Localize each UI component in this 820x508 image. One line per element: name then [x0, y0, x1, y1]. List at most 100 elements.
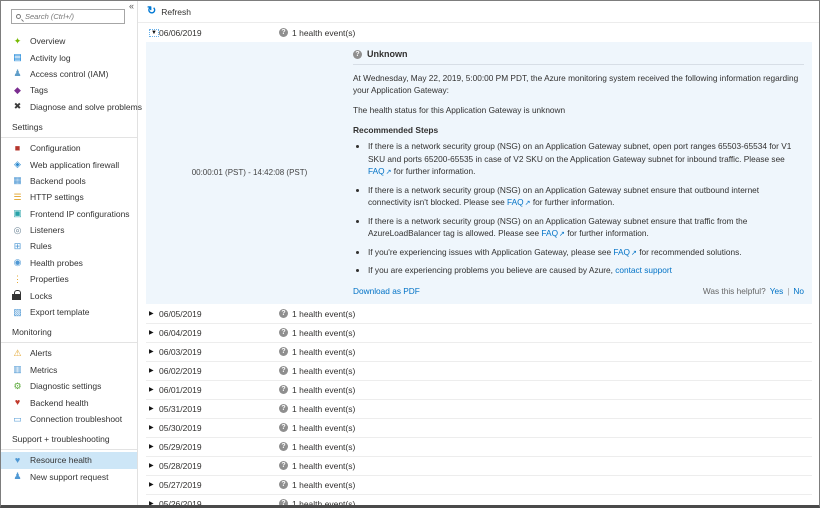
azure-portal-window: « ✦Overview▤Activity log♟Access control … [0, 0, 820, 508]
recommended-step: If there is a network security group (NS… [368, 184, 804, 210]
day-events-label: 1 health event(s) [292, 404, 355, 414]
day-row[interactable]: ▶05/30/2019?1 health event(s) [146, 419, 812, 438]
refresh-button[interactable]: Refresh [161, 7, 191, 17]
waf-icon: ◈ [12, 159, 23, 170]
collapsed-days-list: ▶06/05/2019?1 health event(s)▶06/04/2019… [146, 305, 812, 506]
day-row[interactable]: ▶05/31/2019?1 health event(s) [146, 400, 812, 419]
sidebar-item-access-control-iam[interactable]: ♟Access control (IAM) [1, 66, 137, 82]
feedback-yes-link[interactable]: Yes [770, 286, 784, 296]
unknown-status-icon: ? [279, 423, 288, 432]
expand-caret-icon[interactable]: ▶ [146, 500, 159, 505]
day-row[interactable]: ▶05/26/2019?1 health event(s) [146, 495, 812, 506]
sidebar-item-metrics[interactable]: ▥Metrics [1, 362, 137, 378]
sidebar-item-tags[interactable]: ◆Tags [1, 82, 137, 98]
day-row[interactable]: ▶05/29/2019?1 health event(s) [146, 438, 812, 457]
step-link[interactable]: FAQ [507, 197, 524, 207]
sidebar-section-label: Support + troubleshooting [1, 427, 137, 447]
day-events-label: 1 health event(s) [292, 28, 355, 38]
sidebar-item-overview[interactable]: ✦Overview [1, 33, 137, 49]
sidebar-item-activity-log[interactable]: ▤Activity log [1, 49, 137, 65]
day-status: ?1 health event(s) [279, 423, 355, 433]
connection-troubleshoot-icon: ▭ [12, 414, 23, 425]
expand-caret-icon[interactable]: ▶ [146, 424, 159, 431]
day-row[interactable]: ▶06/01/2019?1 health event(s) [146, 381, 812, 400]
sidebar-search-box[interactable] [11, 9, 125, 24]
day-row[interactable]: ▶05/28/2019?1 health event(s) [146, 457, 812, 476]
search-input[interactable] [25, 12, 120, 21]
sidebar-item-backend-pools[interactable]: ▦Backend pools [1, 173, 137, 189]
event-intro-text: At Wednesday, May 22, 2019, 5:00:00 PM P… [353, 72, 804, 97]
collapse-caret-icon[interactable]: ▼ [146, 30, 159, 36]
expand-caret-icon[interactable]: ▶ [146, 481, 159, 488]
refresh-icon[interactable]: ↻ [147, 6, 156, 17]
day-row[interactable]: ▶06/03/2019?1 health event(s) [146, 343, 812, 362]
divider [1, 342, 137, 343]
expand-caret-icon[interactable]: ▶ [146, 348, 159, 355]
day-status: ?1 health event(s) [279, 499, 355, 506]
unknown-status-icon: ? [279, 480, 288, 489]
expand-caret-icon[interactable]: ▶ [146, 443, 159, 450]
day-events-label: 1 health event(s) [292, 480, 355, 490]
sidebar-item-alerts[interactable]: ⚠Alerts [1, 345, 137, 361]
feedback-no-link[interactable]: No [793, 286, 804, 296]
sidebar-item-http-settings[interactable]: ☰HTTP settings [1, 189, 137, 205]
day-status: ?1 health event(s) [279, 328, 355, 338]
sidebar-item-properties[interactable]: ⋮Properties [1, 271, 137, 287]
sidebar-item-export-template[interactable]: ▧Export template [1, 304, 137, 320]
sidebar-item-web-application-firewall[interactable]: ◈ Web application firewall [1, 156, 137, 172]
day-status: ?1 health event(s) [279, 461, 355, 471]
sidebar-item-label: Web application firewall [30, 160, 119, 170]
sidebar-item-listeners[interactable]: ◎Listeners [1, 222, 137, 238]
sidebar-item-label: Activity log [30, 53, 71, 63]
day-date: 05/29/2019 [159, 442, 279, 452]
recommended-steps-list: If there is a network security group (NS… [368, 140, 804, 276]
recommended-step: If there is a network security group (NS… [368, 140, 804, 178]
sidebar-item-health-probes[interactable]: ◉Health probes [1, 255, 137, 271]
expand-caret-icon[interactable]: ▶ [146, 386, 159, 393]
sidebar-item-resource-health[interactable]: ♥Resource health [1, 452, 137, 468]
day-status: ? 1 health event(s) [279, 28, 355, 38]
divider [1, 137, 137, 138]
day-row[interactable]: ▶06/04/2019?1 health event(s) [146, 324, 812, 343]
sidebar-item-diagnostic-settings[interactable]: ⚙Diagnostic settings [1, 378, 137, 394]
sidebar-item-locks[interactable]: Locks [1, 287, 137, 303]
step-link[interactable]: FAQ [541, 228, 558, 238]
expand-caret-icon[interactable]: ▶ [146, 462, 159, 469]
sidebar-item-configuration[interactable]: ■Configuration [1, 140, 137, 156]
day-row[interactable]: ▶06/02/2019?1 health event(s) [146, 362, 812, 381]
feedback-separator: | [787, 286, 789, 296]
day-events-label: 1 health event(s) [292, 366, 355, 376]
day-events-label: 1 health event(s) [292, 442, 355, 452]
sidebar-item-frontend-ip-configurations[interactable]: ▣Frontend IP configurations [1, 206, 137, 222]
download-pdf-link[interactable]: Download as PDF [353, 286, 420, 296]
expand-caret-icon[interactable]: ▶ [146, 310, 159, 317]
http-settings-icon: ☰ [12, 192, 23, 203]
sidebar-item-connection-troubleshoot[interactable]: ▭Connection troubleshoot [1, 411, 137, 427]
step-link[interactable]: FAQ [613, 247, 630, 257]
feedback-prompt: Was this helpful? Yes | No [703, 286, 804, 296]
sidebar-collapse-icon[interactable]: « [129, 2, 134, 11]
sidebar-item-backend-health[interactable]: ♥Backend health [1, 394, 137, 410]
day-row-expanded[interactable]: ▼ 06/06/2019 ? 1 health event(s) [146, 23, 812, 42]
day-row[interactable]: ▶06/05/2019?1 health event(s) [146, 305, 812, 324]
sidebar-item-rules[interactable]: ⊞Rules [1, 238, 137, 254]
day-date: 05/28/2019 [159, 461, 279, 471]
expand-caret-icon[interactable]: ▶ [146, 367, 159, 374]
expand-caret-icon[interactable]: ▶ [146, 405, 159, 412]
unknown-status-icon: ? [279, 499, 288, 505]
external-link-icon: ↗ [559, 231, 565, 238]
expand-caret-icon[interactable]: ▶ [146, 329, 159, 336]
feedback-question: Was this helpful? [703, 286, 766, 296]
sidebar-section-label: Settings [1, 115, 137, 135]
access-control-iam-icon: ♟ [12, 68, 23, 79]
step-link[interactable]: contact support [615, 265, 672, 275]
sidebar-item-diagnose-and-solve-problems[interactable]: ✖Diagnose and solve problems [1, 99, 137, 115]
panel-footer: Download as PDF Was this helpful? Yes | … [353, 286, 804, 296]
day-row[interactable]: ▶05/27/2019?1 health event(s) [146, 476, 812, 495]
export-template-icon: ▧ [12, 307, 23, 318]
step-link[interactable]: FAQ [368, 166, 385, 176]
unknown-status-icon: ? [279, 309, 288, 318]
locks-icon [12, 290, 23, 301]
sidebar-item-new-support-request[interactable]: ♟New support request [1, 469, 137, 485]
health-probes-icon: ◉ [12, 257, 23, 268]
